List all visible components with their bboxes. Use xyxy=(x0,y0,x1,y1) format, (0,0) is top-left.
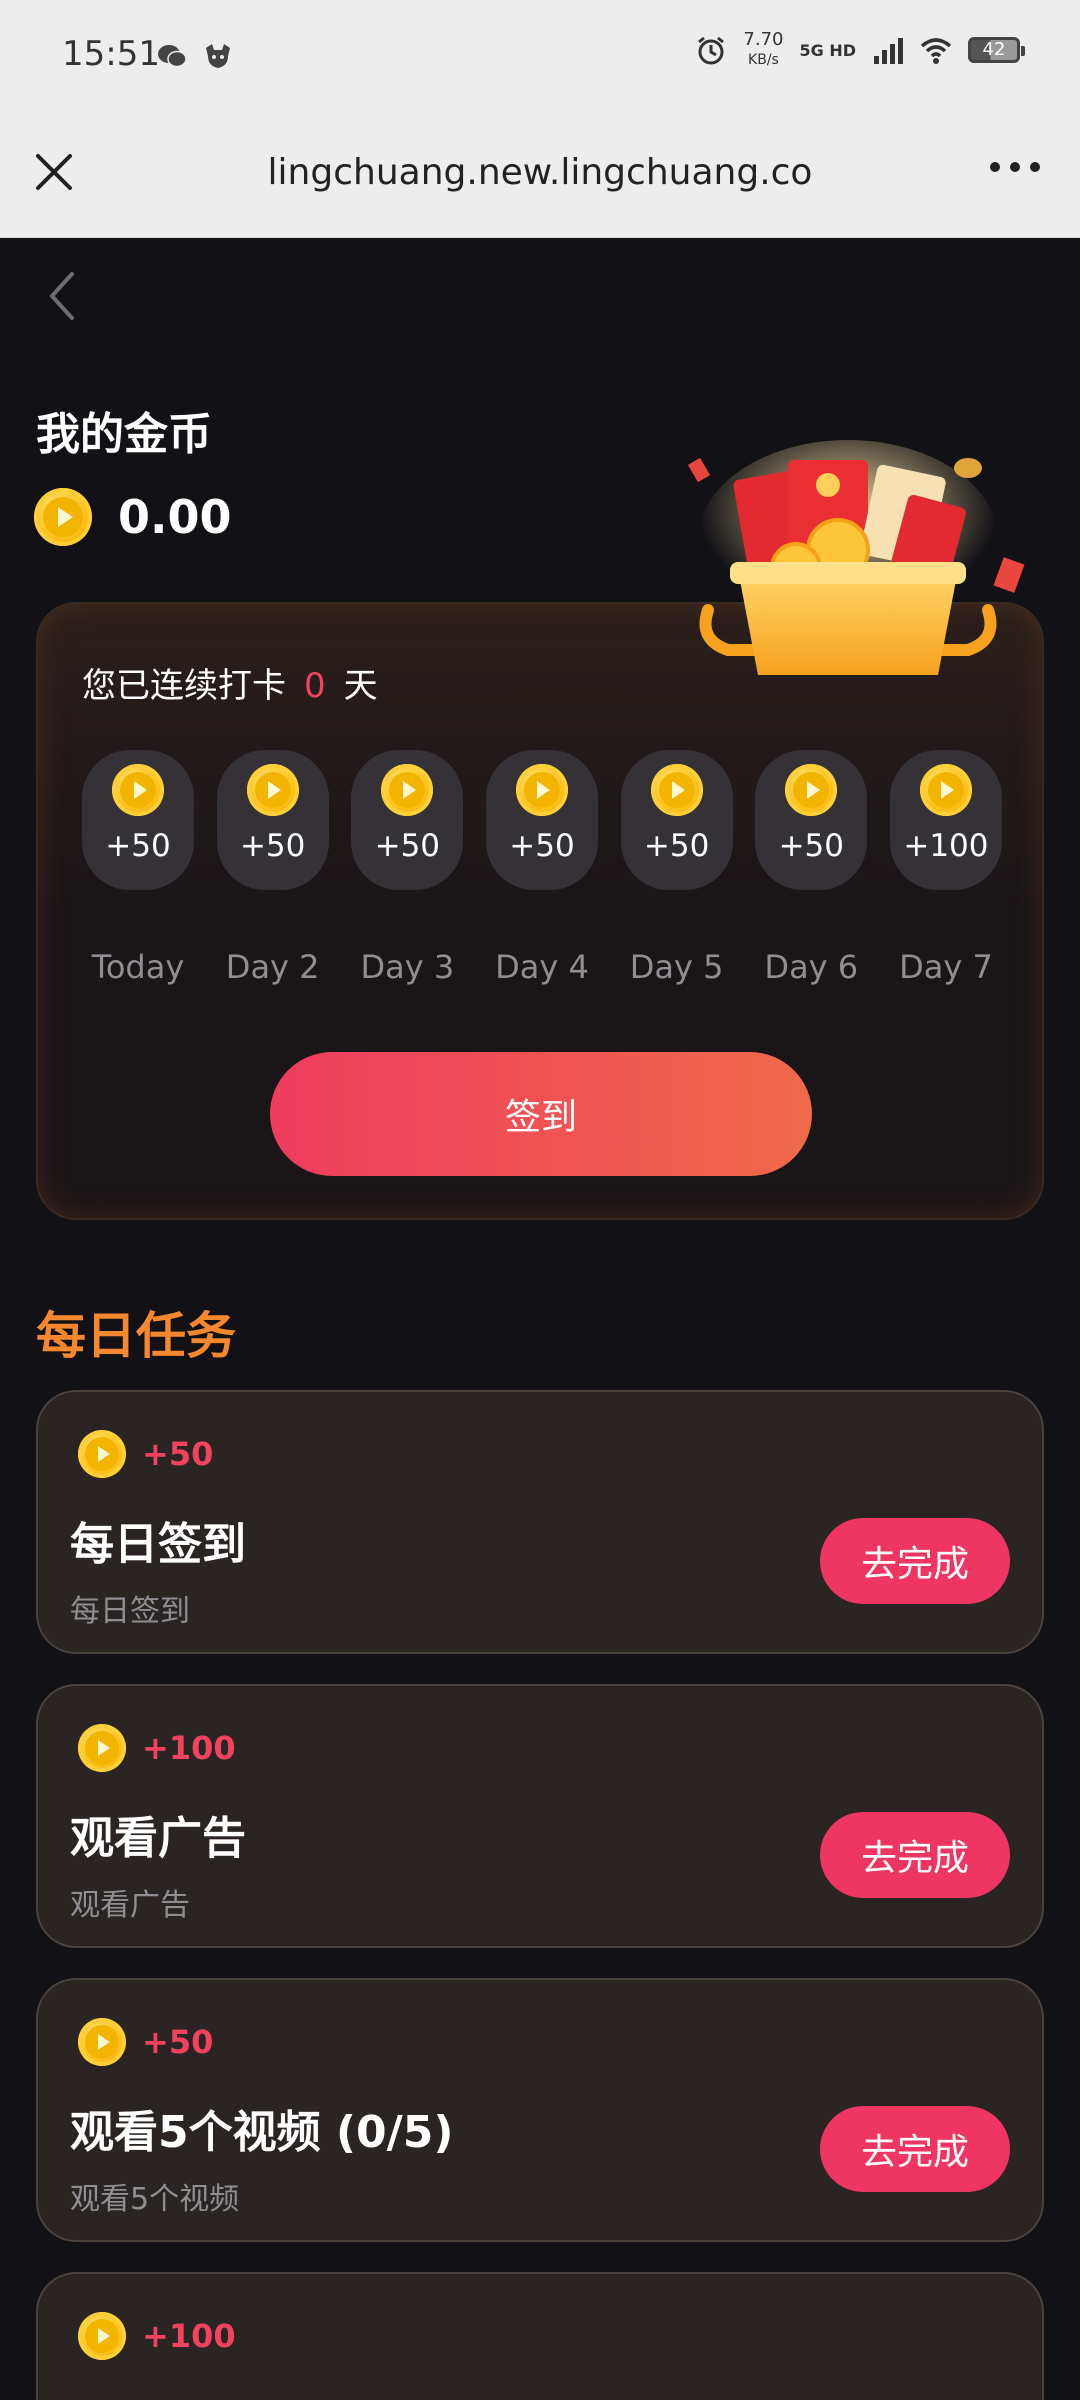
task-reward-amount: +50 xyxy=(142,1435,214,1473)
task-card: +50 观看5个视频 (0/5) 观看5个视频 去完成 xyxy=(36,1978,1044,2242)
gift-box-illustration xyxy=(687,440,1025,675)
day-label: Day 3 xyxy=(360,948,455,986)
task-reward-amount: +50 xyxy=(142,2023,214,2061)
day-reward: +50 xyxy=(105,828,171,864)
status-notification-icons xyxy=(156,40,234,72)
task-description: 每日签到 xyxy=(70,1594,190,1629)
checkin-button[interactable]: 签到 xyxy=(270,1052,812,1176)
task-reward: +100 xyxy=(78,1724,236,1772)
coin-icon xyxy=(919,764,972,816)
coin-balance: 0.00 xyxy=(34,488,232,546)
day-tile: +100 xyxy=(889,750,1002,890)
day-label: Day 7 xyxy=(899,948,993,986)
status-bar: 15:51 7.70 KB/s 5G HD 42 xyxy=(0,0,1080,112)
checkin-day-list: +50 +50 +50 +50 +50 +50 +100 xyxy=(82,750,1002,890)
streak-suffix: 天 xyxy=(343,666,378,706)
checkin-day-labels: Today Day 2 Day 3 Day 4 Day 5 Day 6 Day … xyxy=(82,948,1002,986)
browser-toolbar: lingchuang.new.lingchuang.co xyxy=(0,112,1080,238)
day-reward: +50 xyxy=(509,828,575,864)
coin-icon xyxy=(78,2312,126,2360)
status-right-group: 7.70 KB/s 5G HD 42 xyxy=(695,30,1025,70)
day-tile: +50 xyxy=(351,750,464,890)
coin-icon xyxy=(78,1724,126,1772)
day-label: Day 6 xyxy=(764,948,859,986)
task-complete-button[interactable]: 去完成 xyxy=(820,1812,1010,1898)
url-title: lingchuang.new.lingchuang.co xyxy=(267,152,813,193)
network-speed-value: 7.70 xyxy=(743,29,784,50)
day-label: Day 2 xyxy=(225,948,320,986)
checkin-card: 您已连续打卡 0天 +50 +50 +50 +50 +50 +50 +100 xyxy=(36,602,1044,1220)
coin-icon xyxy=(78,2018,126,2066)
status-time: 15:51 xyxy=(62,34,160,74)
task-reward: +100 xyxy=(78,2312,236,2360)
day-reward: +50 xyxy=(643,828,710,864)
day-reward: +50 xyxy=(374,828,441,864)
streak-text: 您已连续打卡 0 天 xyxy=(82,658,378,707)
day-tile: +50 xyxy=(755,750,868,890)
task-reward-amount: +100 xyxy=(142,2317,236,2355)
back-arrow-icon[interactable] xyxy=(44,268,80,324)
day-reward: +100 xyxy=(903,828,989,864)
streak-days: 0 xyxy=(304,666,326,706)
day-tile: +50 xyxy=(82,750,194,890)
day-reward: +50 xyxy=(239,828,306,864)
task-card: +100 xyxy=(36,2272,1044,2400)
network-speed-unit: KB/s xyxy=(748,52,779,68)
day-tile: +50 xyxy=(216,750,329,890)
day-tile: +50 xyxy=(620,750,733,890)
coin-icon xyxy=(381,764,434,816)
coin-icon xyxy=(78,1430,126,1478)
coin-icon xyxy=(246,764,299,816)
battery-indicator: 42 xyxy=(968,37,1025,63)
coin-icon xyxy=(515,764,568,816)
coin-icon xyxy=(112,764,164,816)
day-tile: +50 xyxy=(485,750,598,890)
daily-tasks-title: 每日任务 xyxy=(36,1307,236,1365)
app-notification-icon xyxy=(206,44,230,68)
coin-icon xyxy=(34,488,92,546)
task-complete-button[interactable]: 去完成 xyxy=(820,1518,1010,1604)
network-type: 5G HD xyxy=(799,40,856,60)
wallet-title: 我的金币 xyxy=(36,409,212,460)
day-label: Day 4 xyxy=(495,948,589,986)
task-reward-amount: +100 xyxy=(142,1729,236,1767)
streak-prefix: 您已连续打卡 xyxy=(82,666,286,706)
wifi-icon xyxy=(920,38,952,64)
task-description: 观看5个视频 xyxy=(70,2182,240,2217)
task-name: 观看5个视频 (0/5) xyxy=(70,2107,454,2158)
task-complete-button[interactable]: 去完成 xyxy=(820,2106,1010,2192)
day-label: Today xyxy=(91,948,185,986)
coin-icon xyxy=(650,764,703,816)
alarm-icon xyxy=(698,36,725,65)
task-card: +50 每日签到 每日签到 去完成 xyxy=(36,1390,1044,1654)
signal-icon xyxy=(874,38,903,64)
task-reward: +50 xyxy=(78,1430,213,1478)
task-name: 观看广告 xyxy=(70,1813,246,1864)
day-label: Day 5 xyxy=(629,948,724,986)
more-options-icon[interactable] xyxy=(990,162,1040,172)
task-name: 每日签到 xyxy=(70,1519,246,1570)
network-speed: 7.70 KB/s xyxy=(743,30,783,70)
task-reward: +50 xyxy=(78,2018,213,2066)
task-description: 观看广告 xyxy=(70,1888,190,1923)
day-reward: +50 xyxy=(778,828,844,864)
wechat-icon xyxy=(158,45,187,68)
task-card: +100 观看广告 观看广告 去完成 xyxy=(36,1684,1044,1948)
coin-balance-value: 0.00 xyxy=(118,490,232,544)
coin-icon xyxy=(785,764,838,816)
